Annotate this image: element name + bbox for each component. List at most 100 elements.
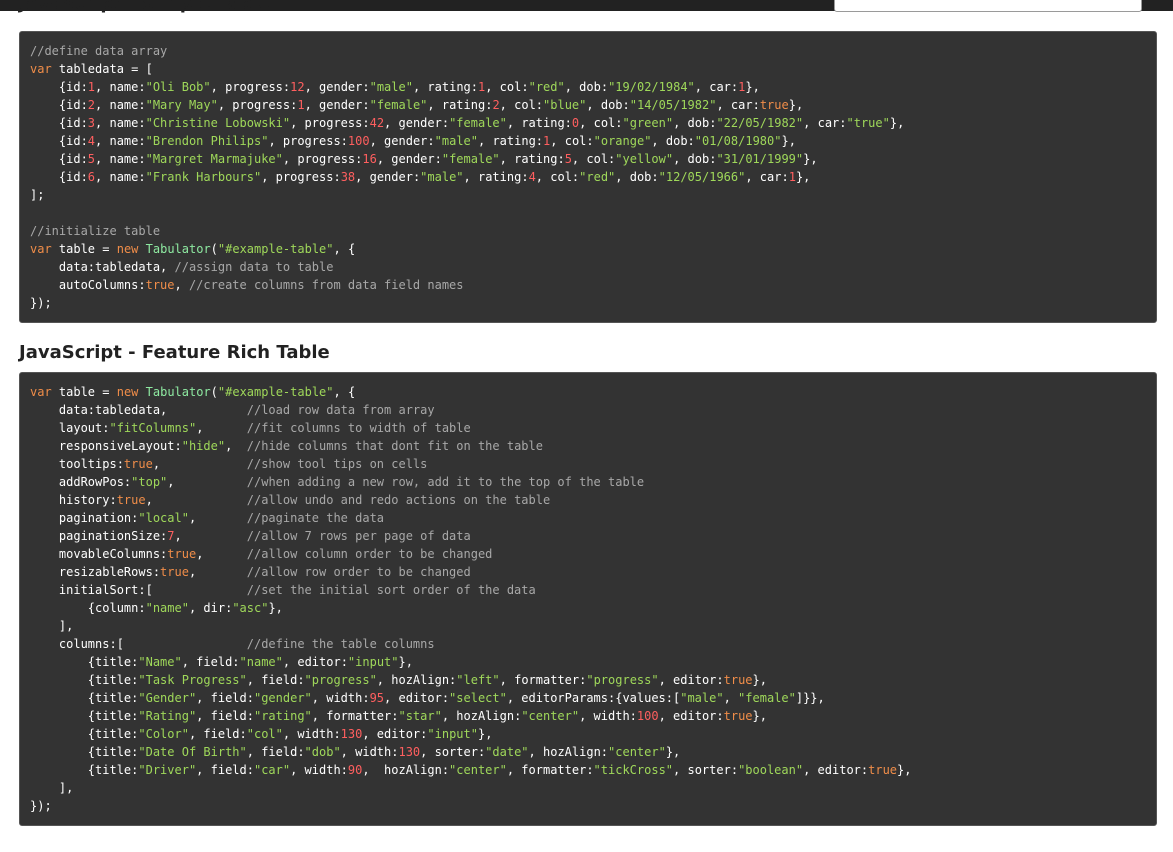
code-string: "Frank Harbours" — [145, 170, 262, 184]
code-text: {title: — [30, 763, 139, 777]
code-line: {title:"Task Progress", field:"progress"… — [30, 671, 1146, 689]
code-string: "blue" — [543, 98, 587, 112]
code-text: , field: — [246, 745, 305, 759]
code-number: 130 — [340, 727, 363, 741]
code-number: 2 — [492, 98, 500, 112]
code-text: , formatter: — [499, 673, 587, 687]
code-line: ], — [30, 617, 1146, 635]
search-input[interactable] — [834, 0, 1142, 12]
code-text: {id: — [30, 80, 88, 94]
code-text: responsiveLayout: — [30, 439, 182, 453]
code-line: {column:"name", dir:"asc"}, — [30, 599, 1146, 617]
code-text: , rating: — [412, 80, 478, 94]
code-text: , progress: — [268, 134, 348, 148]
code-text: , gender: — [384, 116, 450, 130]
code-text: {id: — [30, 116, 88, 130]
code-number: 1 — [87, 80, 96, 94]
code-line: {title:"Rating", field:"rating", formatt… — [30, 707, 1146, 725]
code-number: 2 — [87, 98, 96, 112]
code-text: paginationSize: — [30, 529, 168, 543]
code-text: , — [196, 421, 247, 435]
code-string: "Mary May" — [145, 98, 218, 112]
code-text: , editor: — [803, 763, 869, 777]
code-text: movableColumns: — [30, 547, 168, 561]
code-text: , hozAlign: — [528, 745, 609, 759]
code-text: }, — [788, 98, 804, 112]
code-string: "boolean" — [738, 763, 804, 777]
code-text: , name: — [95, 80, 146, 94]
code-text: , gender: — [376, 152, 442, 166]
code-keyword: true — [167, 547, 197, 561]
code-string: "female" — [369, 98, 428, 112]
code-number: 4 — [87, 134, 96, 148]
code-text: }, — [477, 727, 493, 741]
code-number: 130 — [398, 745, 421, 759]
code-text: , dob: — [564, 80, 609, 94]
code-text: , col: — [499, 98, 544, 112]
code-text: , — [188, 511, 247, 525]
code-line: data:tabledata, //assign data to table — [30, 258, 1146, 276]
code-string: "male" — [680, 691, 724, 705]
code-comment: //define data array — [30, 44, 168, 58]
code-number: 1 — [297, 98, 305, 112]
code-string: "female" — [449, 116, 507, 130]
code-text: , progress: — [282, 152, 363, 166]
code-number: 1 — [788, 170, 796, 184]
code-number: 12 — [290, 80, 305, 94]
code-comment: //create columns from data field names — [188, 278, 464, 292]
code-line: resizableRows:true, //allow row order to… — [30, 563, 1146, 581]
code-text: , — [152, 457, 247, 471]
code-string: "dob" — [304, 745, 341, 759]
code-text: , name: — [95, 98, 146, 112]
code-string: "green" — [622, 116, 674, 130]
code-string: "input" — [427, 727, 478, 741]
code-text: addRowPos: — [30, 475, 132, 489]
code-text: , rating: — [427, 98, 493, 112]
code-string: "local" — [138, 511, 189, 525]
code-text: ( — [210, 242, 218, 256]
code-text: , name: — [95, 134, 146, 148]
code-keyword: true — [723, 709, 753, 723]
code-text: {title: — [30, 655, 139, 669]
code-string: "Rating" — [138, 709, 197, 723]
code-text: , field: — [196, 763, 254, 777]
code-string: "date" — [485, 745, 529, 759]
code-line: var table = new Tabulator("#example-tabl… — [30, 240, 1146, 258]
code-string: "gender" — [253, 691, 312, 705]
code-text: }, — [803, 152, 818, 166]
code-number: 4 — [528, 170, 536, 184]
code-text: {title: — [30, 727, 139, 741]
code-function: Tabulator — [145, 242, 211, 256]
code-string: "Margret Marmajuke" — [145, 152, 283, 166]
code-text: , editor: — [658, 673, 724, 687]
code-text: , editorParams:{values:[ — [506, 691, 681, 705]
code-text: {title: — [30, 691, 139, 705]
code-text: , name: — [95, 152, 146, 166]
code-text: pagination: — [30, 511, 139, 525]
code-text: {title: — [30, 673, 139, 687]
code-string: "name" — [239, 655, 283, 669]
code-keyword: true — [116, 493, 146, 507]
code-text: , field: — [196, 691, 254, 705]
code-number: 7 — [167, 529, 175, 543]
code-text: , dob: — [673, 116, 717, 130]
code-comment: //show tool tips on cells — [246, 457, 428, 471]
code-text: , rating: — [463, 170, 529, 184]
code-string: "yellow" — [615, 152, 674, 166]
code-function: Tabulator — [145, 385, 211, 399]
code-line: {title:"Color", field:"col", width:130, … — [30, 725, 1146, 743]
code-line: tooltips:true, //show tool tips on cells — [30, 455, 1146, 473]
code-text: , car: — [803, 116, 847, 130]
code-text: history: — [30, 493, 117, 507]
code-block-simple-table: //define data array var tabledata = [ {id… — [19, 31, 1157, 323]
code-string: "#example-table" — [217, 385, 334, 399]
code-line: }); — [30, 797, 1146, 815]
code-text: ], — [30, 781, 74, 795]
code-string: "Name" — [138, 655, 182, 669]
code-comment: //when adding a new row, add it to the t… — [246, 475, 645, 489]
code-text: , formatter: — [311, 709, 399, 723]
code-text: , col: — [535, 170, 580, 184]
code-text: , { — [333, 242, 356, 256]
code-line: {title:"Date Of Birth", field:"dob", wid… — [30, 743, 1146, 761]
